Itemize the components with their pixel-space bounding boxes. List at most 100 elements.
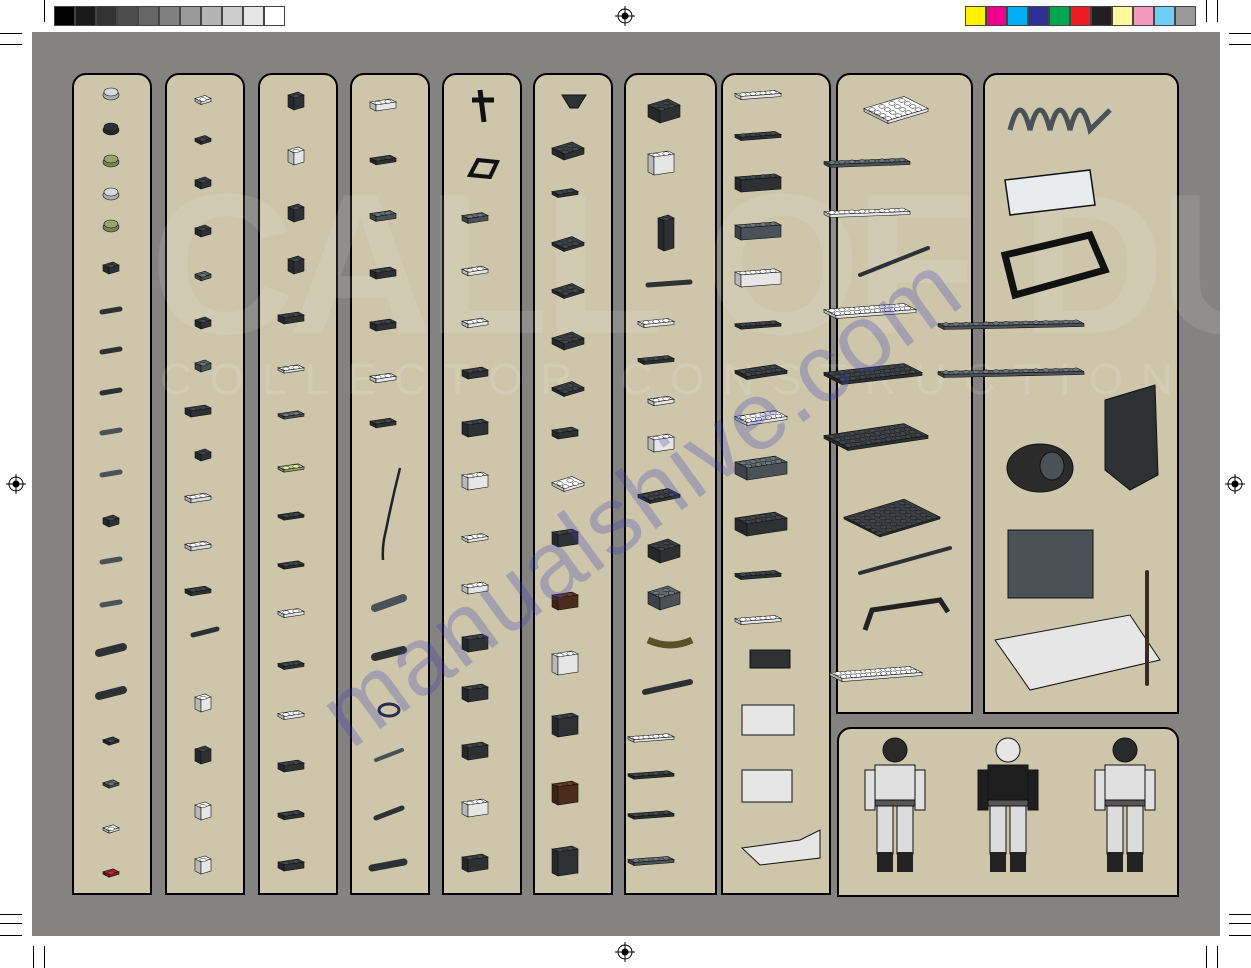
- wheel-rim: [1039, 451, 1065, 481]
- slope: [461, 265, 489, 277]
- slope: [277, 858, 305, 872]
- plate-4x8: [823, 423, 929, 451]
- gray-swatch: [159, 6, 180, 26]
- brick-1x1: [287, 203, 305, 223]
- bracket: [551, 426, 579, 440]
- brick-1x2: [461, 418, 489, 438]
- color-swatch: [1154, 6, 1175, 26]
- wall-panel: [741, 769, 793, 803]
- brick-1x1: [287, 91, 305, 111]
- minifigure-soldier-arctic-nightvision: [1094, 737, 1156, 872]
- clip-plate: [184, 540, 212, 552]
- brick-1x2: [461, 798, 489, 818]
- bar-part: [190, 626, 220, 638]
- pin-part: [99, 387, 123, 396]
- tile-1x2: [369, 154, 397, 166]
- slope-1x2: [184, 404, 212, 418]
- brick-1x2: [461, 853, 489, 873]
- plate-2x8: [828, 666, 924, 682]
- clip-plate: [194, 448, 212, 462]
- plate-2x2: [551, 283, 585, 299]
- pin-part: [99, 346, 123, 355]
- clip-plate: [277, 809, 305, 821]
- clip-plate: [277, 759, 305, 773]
- plate-1x4: [733, 570, 783, 580]
- plate-2x16: [937, 367, 1085, 378]
- gray-swatch: [264, 6, 285, 26]
- pin-part: [99, 469, 123, 478]
- barbed-wire: [1007, 107, 1112, 135]
- brick-1x4: [733, 268, 783, 288]
- grille: [551, 236, 585, 252]
- plate-1x1: [194, 95, 212, 105]
- pin-part: [99, 427, 123, 436]
- color-swatch: [1112, 6, 1133, 26]
- gray-swatch: [54, 6, 75, 26]
- plate-2x2: [551, 188, 579, 198]
- plate-1x3: [636, 318, 676, 328]
- slope: [461, 212, 489, 224]
- arch-part: [1104, 384, 1159, 491]
- tile-1x4: [626, 810, 676, 820]
- wheel-holder: [277, 311, 305, 325]
- brick-1x4: [733, 221, 783, 241]
- tube-part: [95, 686, 127, 700]
- tile-1x2: [277, 364, 305, 374]
- round-plate-1x1: [102, 154, 120, 168]
- color-swatch: [1049, 6, 1070, 26]
- slope-1x2: [369, 210, 397, 222]
- bar-part: [645, 279, 693, 288]
- cross-bar: [472, 89, 494, 123]
- wedge-plate: [740, 829, 821, 866]
- bar-part: [373, 805, 405, 821]
- pin-part: [99, 599, 123, 608]
- tile-1x2: [277, 463, 305, 473]
- minifigure-soldier-arctic-helmet: [864, 737, 926, 872]
- brick-2x2: [647, 98, 681, 124]
- color-swatch: [1028, 6, 1049, 26]
- tile-1x1: [102, 868, 120, 878]
- brick-1x2: [461, 741, 489, 761]
- plate-4x4: [863, 96, 929, 124]
- gray-swatch: [243, 6, 264, 26]
- plate-1x4: [626, 856, 676, 866]
- pin-part: [99, 306, 123, 315]
- plate-1x8: [823, 157, 911, 168]
- round-plate-1x1: [102, 219, 120, 233]
- window-frame: [1000, 230, 1110, 300]
- clip-plate: [369, 318, 397, 332]
- window-glass: [1004, 169, 1096, 216]
- ammo-belt: [646, 636, 694, 649]
- brick-2x2: [551, 650, 579, 676]
- plate-1x2: [277, 608, 305, 618]
- tile-1x1: [102, 736, 120, 746]
- plate-1x2: [369, 417, 397, 429]
- plate-1x2: [647, 395, 675, 407]
- tile-1x2: [277, 410, 305, 420]
- grille-6x6: [843, 498, 941, 538]
- brick-1x1: [287, 255, 305, 275]
- brick-1x2: [461, 471, 489, 491]
- gray-swatch: [138, 6, 159, 26]
- gray-swatch: [180, 6, 201, 26]
- color-swatch: [1070, 6, 1091, 26]
- plate-1x1: [194, 270, 212, 282]
- clip-plate: [194, 224, 212, 238]
- brick-1x1: [194, 745, 212, 765]
- snow-base-plate: [994, 614, 1161, 691]
- color-swatch: [1091, 6, 1112, 26]
- plate-1x2: [369, 372, 397, 384]
- plate-1x1: [194, 135, 212, 145]
- plate-1x8: [823, 207, 911, 218]
- tile-1x1: [102, 824, 120, 834]
- antenna-whip: [381, 467, 402, 561]
- bar-part: [858, 546, 952, 575]
- round-plate-1x1: [102, 87, 120, 101]
- plate-1x2: [277, 660, 305, 670]
- clip-part: [102, 514, 120, 528]
- clip-plate: [461, 366, 489, 380]
- handlebar: [862, 597, 951, 631]
- slope-2x2: [647, 150, 675, 176]
- color-swatch: [1133, 6, 1154, 26]
- wall-panel: [741, 704, 795, 736]
